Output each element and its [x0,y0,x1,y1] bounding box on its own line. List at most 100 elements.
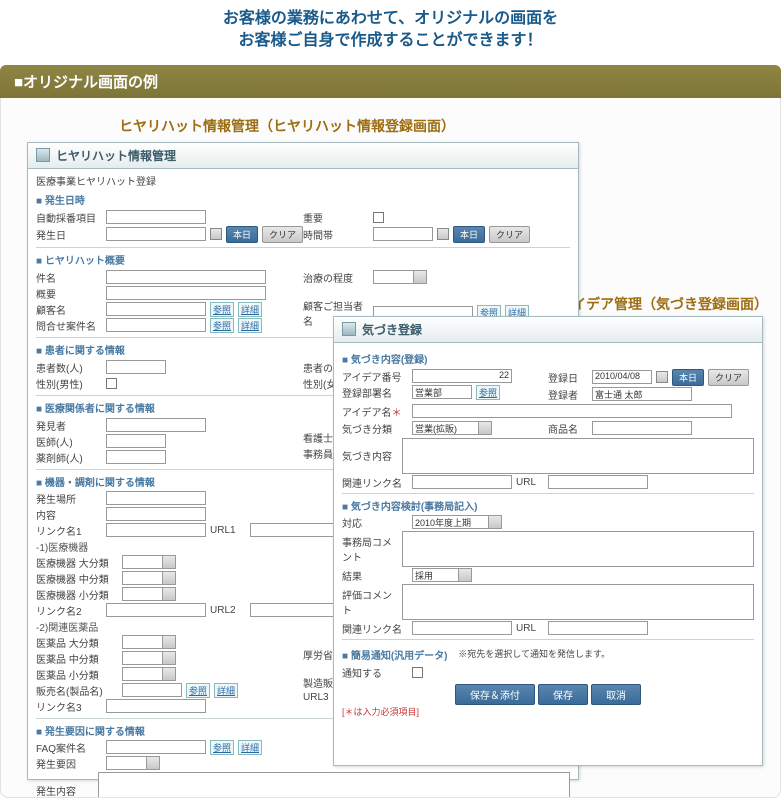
lbl-equip-s: 医療機器 小分類 [36,587,118,602]
sel-drug-s[interactable] [122,667,176,681]
calendar-icon[interactable] [437,228,449,240]
inp-customer[interactable] [106,302,206,316]
chk-sexm[interactable] [106,378,117,389]
inp-summary[interactable] [106,286,266,300]
inp-auto[interactable] [106,210,206,224]
lnk-detail6[interactable]: 詳細 [238,740,262,755]
window-kizuki: 気づき登録 気づき内容(登録) アイデア番号22 登録部署名営業部参照 登録日2… [333,316,763,766]
btn-today2[interactable]: 本日 [453,226,485,243]
btn-clear3[interactable]: クリア [708,369,749,386]
sel-equip-l[interactable] [122,555,176,569]
inp-ideano[interactable]: 22 [412,369,512,383]
inp-faq[interactable] [106,740,206,754]
ta-kcontent[interactable] [402,438,754,474]
inp-finder[interactable] [106,418,206,432]
lbl-equip-m: 医療機器 中分類 [36,571,118,586]
lbl-summary: 概要 [36,286,102,301]
lnk-detail[interactable]: 詳細 [238,302,262,317]
app-icon [342,322,356,336]
lbl-subject: 件名 [36,270,102,285]
btn-clear2[interactable]: クリア [489,226,530,243]
btn-today3[interactable]: 本日 [672,369,704,386]
btn-today[interactable]: 本日 [226,226,258,243]
inp-ideaname[interactable] [412,404,732,418]
inp-klink2[interactable] [412,621,512,635]
tagline-l1: お客様の業務にあわせて、オリジナルの画面を [223,10,558,27]
inp-time-from[interactable] [373,227,433,241]
lbl-link3: リンク名3 [36,699,102,714]
lbl-result: 結果 [342,568,408,583]
lbl-ideaname: アイデア名＊ [342,404,408,419]
sel-cause[interactable] [106,756,160,770]
inp-subject[interactable] [106,270,266,284]
inp-regdept[interactable]: 営業部 [412,385,472,399]
sect-review: 気づき内容検討(事務局記入) [342,498,754,513]
inp-klink[interactable] [412,475,512,489]
inp-link1[interactable] [106,523,206,537]
btn-save-attach2[interactable]: 保存＆添付 [455,684,535,705]
sel-drug-m[interactable] [122,651,176,665]
lbl-regdate: 登録日 [548,370,588,385]
inp-place[interactable] [106,491,206,505]
lnk-ref4[interactable]: 参照 [186,683,210,698]
lbl-content: 内容 [36,507,102,522]
sel-result[interactable]: 採用 [412,568,472,582]
inp-pharm[interactable] [106,450,166,464]
btn-clear[interactable]: クリア [262,226,303,243]
sel-drug-l[interactable] [122,635,176,649]
tagline: お客様の業務にあわせて、オリジナルの画面を お客様ご自身で作成することができます… [0,0,781,65]
lbl-link1: リンク名1 [36,523,102,538]
chk-importance[interactable] [373,212,384,223]
inp-patients[interactable] [106,360,166,374]
btn-cancel2[interactable]: 取消 [591,684,641,705]
ta-offcmt[interactable] [402,531,754,567]
inp-occur-date[interactable] [106,227,206,241]
inp-kurl[interactable] [548,475,648,489]
inp-link2[interactable] [106,603,206,617]
header-text: 医療事業ヒヤリハット登録 [36,173,156,188]
inp-regdate[interactable]: 2010/04/08 [592,370,652,384]
inp-kurl2[interactable] [548,621,648,635]
lnk-ref7[interactable]: 参照 [476,385,500,400]
lbl-kurl2: URL [516,623,544,634]
calendar-icon[interactable] [656,371,668,383]
lbl-drug-l: 医薬品 大分類 [36,635,118,650]
inp-content[interactable] [106,507,206,521]
btn-save2[interactable]: 保存 [538,684,588,705]
lnk-detail2[interactable]: 詳細 [238,318,262,333]
lnk-ref2[interactable]: 参照 [210,318,234,333]
sel-category[interactable]: 営業(拡販) [412,421,492,435]
lnk-detail4[interactable]: 詳細 [214,683,238,698]
lbl-regdept: 登録部署名 [342,385,408,400]
titlebar: ヒヤリハット情報管理 [28,143,578,169]
calendar-icon[interactable] [210,228,222,240]
lbl-equip-l: 医療機器 大分類 [36,555,118,570]
lbl-faq: FAQ案件名 [36,740,102,755]
ta-detail[interactable] [98,772,570,798]
sel-response[interactable]: 2010年度上期 [412,515,502,529]
lbl-evalcmt: 評価コメント [342,587,398,617]
inp-doctors[interactable] [106,434,166,448]
inp-registrant[interactable]: 富士通 太郎 [592,387,692,401]
sub-drug: -2)関連医薬品 [36,619,98,634]
inp-product[interactable] [592,421,692,435]
chk-notify[interactable] [412,667,423,678]
sect-content: 気づき内容(登録) [342,351,754,366]
lbl-klink2: 関連リンク名 [342,621,408,636]
sel-treatment[interactable] [373,270,427,284]
lbl-patients: 患者数(人) [36,360,102,375]
lnk-ref6[interactable]: 参照 [210,740,234,755]
lbl-link2: リンク名2 [36,603,102,618]
lbl-sales: 販売名(製品名) [36,683,118,698]
inp-inquiry[interactable] [106,318,206,332]
ta-evalcmt[interactable] [402,584,754,620]
sel-equip-s[interactable] [122,587,176,601]
inp-link3[interactable] [106,699,206,713]
lbl-occur-date: 発生日 [36,227,102,242]
lbl-auto: 自動採番項目 [36,210,102,225]
lbl-place: 発生場所 [36,491,102,506]
sel-equip-m[interactable] [122,571,176,585]
inp-sales[interactable] [122,683,182,697]
lnk-ref[interactable]: 参照 [210,302,234,317]
lbl-time-band: 時間帯 [303,227,369,242]
